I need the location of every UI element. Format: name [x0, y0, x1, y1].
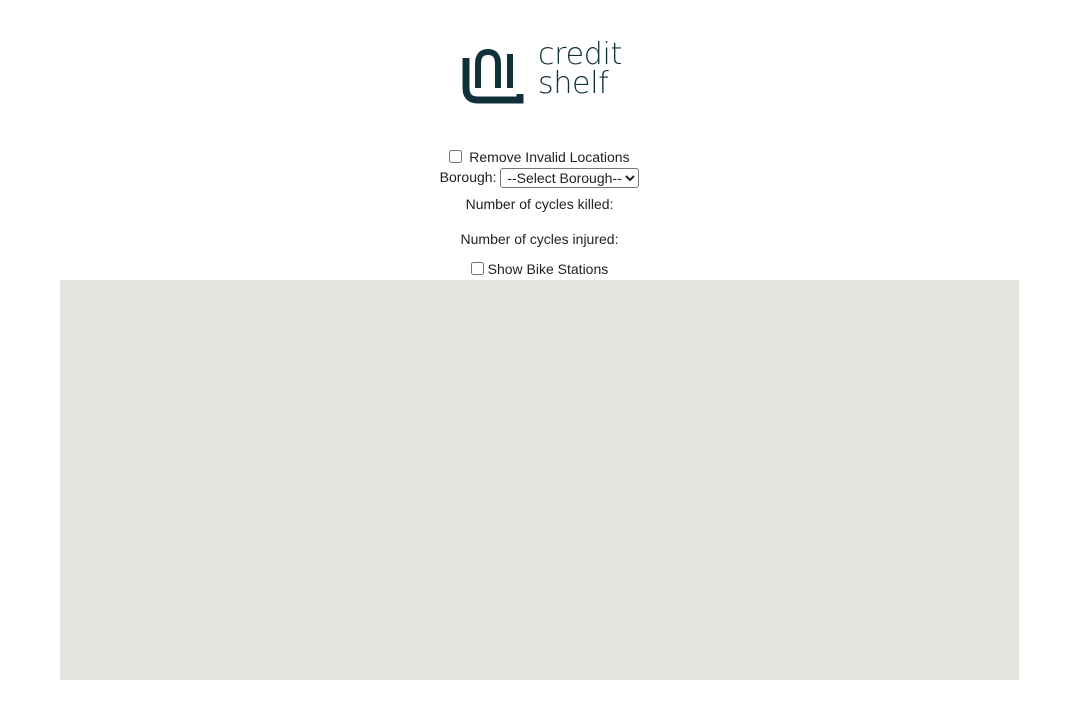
logo-text-line2: shelf [538, 66, 609, 101]
show-bike-stations-checkbox[interactable] [470, 262, 484, 275]
borough-label: Borough: [439, 169, 497, 185]
cycles-killed-row: Number of cycles killed: [0, 195, 1079, 213]
cycles-killed-label: Number of cycles killed: [465, 196, 614, 212]
credit-shelf-logo-mark-icon [462, 48, 524, 104]
page: credit shelf Remove Invalid Locations Bo… [0, 0, 1079, 724]
cycles-injured-label: Number of cycles injured: [460, 231, 619, 247]
show-bike-stations-label[interactable]: Show Bike Stations [488, 261, 609, 277]
controls-panel: Remove Invalid Locations Borough: --Sele… [0, 148, 1079, 278]
credit-shelf-logo: credit shelf [462, 37, 622, 104]
logo-text-line1: credit [538, 37, 622, 72]
remove-invalid-label[interactable]: Remove Invalid Locations [469, 149, 629, 165]
remove-invalid-checkbox[interactable] [449, 150, 463, 163]
logo-text: credit shelf [538, 37, 622, 101]
remove-invalid-row: Remove Invalid Locations [0, 148, 1079, 168]
map-canvas[interactable] [60, 280, 1019, 680]
borough-row: Borough: --Select Borough-- [0, 168, 1079, 189]
bike-stations-row: Show Bike Stations [0, 260, 1079, 278]
borough-select[interactable]: --Select Borough-- [500, 168, 640, 189]
cycles-injured-row: Number of cycles injured: [0, 230, 1079, 248]
